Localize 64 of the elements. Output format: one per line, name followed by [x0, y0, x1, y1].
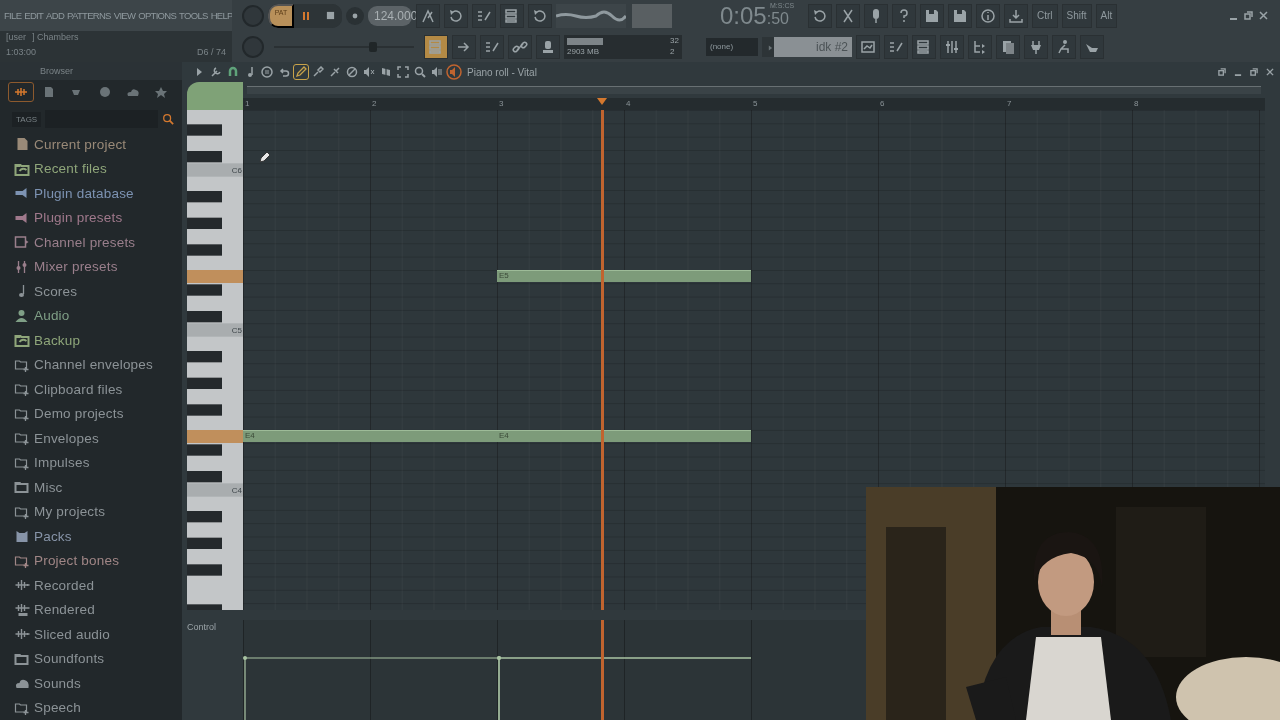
bar-number: 7: [1007, 98, 1012, 109]
bar-number: 3: [499, 98, 504, 109]
browser-item[interactable]: Plugin database: [14, 181, 182, 206]
modifier-key-button[interactable]: Alt: [1095, 3, 1118, 28]
browser-item[interactable]: Impulses: [14, 450, 182, 475]
bar-number: 6: [880, 98, 885, 109]
browser-item[interactable]: Channel envelopes: [14, 352, 182, 377]
note[interactable]: E5: [497, 270, 751, 282]
key-label: C4: [231, 486, 242, 496]
bar-number: 8: [1134, 98, 1139, 109]
song-time-centis: :50: [766, 9, 789, 28]
bar-number: 4: [626, 98, 631, 109]
browser-item[interactable]: Plugin presets: [14, 205, 182, 230]
polyphony-count: 32: [670, 35, 679, 47]
browser-item[interactable]: Sliced audio: [14, 622, 182, 647]
browser-item[interactable]: Backup: [14, 328, 182, 353]
browser-item[interactable]: Project bones: [14, 548, 182, 573]
key-label: C5: [231, 326, 242, 336]
browser-item[interactable]: Scores: [14, 279, 182, 304]
browser-item[interactable]: Speech: [14, 695, 182, 720]
browser-item[interactable]: Rendered: [14, 597, 182, 622]
menu-item[interactable]: TOOLS: [179, 10, 208, 21]
menu-item[interactable]: VIEW: [113, 10, 136, 21]
menu-item[interactable]: FILE: [4, 10, 22, 21]
browser-item[interactable]: Recorded: [14, 573, 182, 598]
bar-number: 2: [372, 98, 377, 109]
hint-user: [user: [6, 32, 26, 44]
browser-item[interactable]: Channel presets: [14, 230, 182, 255]
menu-item[interactable]: HELP: [210, 10, 232, 21]
hint-time: 1:03:00: [6, 46, 38, 59]
menu-item[interactable]: OPTIONS: [138, 10, 177, 21]
bar-number: 5: [753, 98, 758, 109]
modifier-key-button[interactable]: Ctrl: [1032, 3, 1058, 28]
menu-item[interactable]: EDIT: [24, 10, 44, 21]
key-label: C6: [231, 166, 242, 176]
window-title: Piano roll - Vital: [467, 66, 537, 78]
snap-dropdown[interactable]: (none): [706, 37, 758, 56]
control-label[interactable]: Control: [187, 622, 216, 632]
browser-item[interactable]: Mixer presets: [14, 254, 182, 279]
browser-item[interactable]: Sounds: [14, 671, 182, 696]
browser-item[interactable]: Demo projects: [14, 401, 182, 426]
pattern-selector[interactable]: idk #2: [774, 36, 852, 57]
bar-number: 1: [245, 98, 250, 109]
browser-title: Browser: [40, 66, 73, 76]
browser-item[interactable]: My projects: [14, 499, 182, 524]
tags-label: TAGS: [12, 111, 42, 127]
browser-item[interactable]: Clipboard files: [14, 377, 182, 402]
browser-item[interactable]: Packs: [14, 524, 182, 549]
browser-item[interactable]: Recent files: [14, 156, 182, 181]
modifier-key-button[interactable]: Shift: [1061, 3, 1092, 28]
memory-usage: 2903 MB: [567, 46, 601, 58]
browser-item[interactable]: Current project: [14, 132, 182, 157]
browser-item[interactable]: Misc: [14, 475, 182, 500]
menu-item[interactable]: ADD: [46, 10, 65, 21]
browser-item[interactable]: Audio: [14, 303, 182, 328]
note[interactable]: E4: [497, 430, 751, 442]
note[interactable]: E4: [243, 430, 497, 442]
menu-item[interactable]: PATTERNS: [67, 10, 111, 21]
hint-count: D6 / 74: [196, 46, 226, 59]
hint-title: ] Chambers: [32, 32, 80, 44]
song-time: 0:05: [720, 1, 767, 30]
voice-count: 2: [670, 46, 676, 58]
browser-item[interactable]: Envelopes: [14, 426, 182, 451]
browser-item[interactable]: Soundfonts: [14, 646, 182, 671]
